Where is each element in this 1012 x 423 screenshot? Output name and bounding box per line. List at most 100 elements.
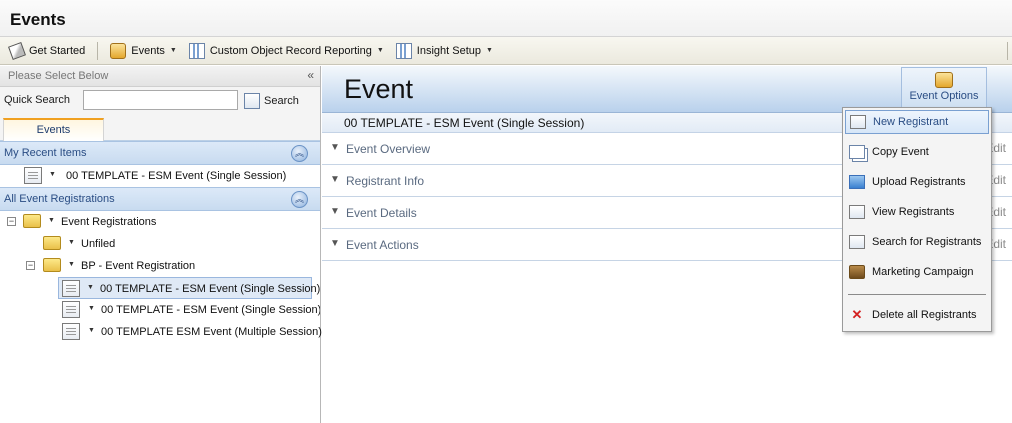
tree-bp-folder-label: BP - Event Registration <box>81 260 196 272</box>
insight-setup-button[interactable]: Insight Setup ▼ <box>390 40 499 62</box>
tree-item-label: 00 TEMPLATE - ESM Event (Single Session) <box>100 283 321 295</box>
left-tabs: Events <box>0 115 320 141</box>
menu-item-marketing-campaign[interactable]: Marketing Campaign <box>845 260 989 284</box>
menu-item-label: New Registrant <box>873 116 949 128</box>
chevron-down-icon[interactable]: ▼ <box>88 327 95 334</box>
chevron-down-icon[interactable]: ▼ <box>88 305 95 312</box>
insight-icon <box>395 42 412 59</box>
tree-item[interactable]: ▼ 00 TEMPLATE ESM Event (Multiple Sessio… <box>0 321 322 343</box>
events-menu-button[interactable]: Events ▼ <box>104 40 183 62</box>
tree-unfiled[interactable]: ▼ Unfiled <box>0 233 320 255</box>
section-label: Event Overview <box>346 142 431 156</box>
tree-item-selected[interactable]: ▼ 00 TEMPLATE - ESM Event (Single Sessio… <box>58 277 320 299</box>
page-title: Events <box>10 10 66 29</box>
section-label: Event Actions <box>346 238 419 252</box>
events-icon <box>110 42 127 59</box>
document-icon <box>62 301 80 318</box>
document-icon <box>62 323 80 340</box>
recent-item[interactable]: ▼ 00 TEMPLATE - ESM Event (Single Sessio… <box>0 165 320 187</box>
menu-item-label: Copy Event <box>872 146 929 158</box>
chevron-down-icon[interactable]: ▼ <box>330 174 340 185</box>
search-button-label: Search <box>264 95 299 107</box>
section-label: Event Details <box>346 206 417 220</box>
tree-unfiled-label: Unfiled <box>81 238 116 250</box>
tree-item-label: 00 TEMPLATE ESM Event (Multiple Session) <box>101 326 322 338</box>
menu-item-upload-registrants[interactable]: Upload Registrants <box>845 170 989 194</box>
collapse-tree-icon[interactable]: − <box>7 217 16 226</box>
tree-root[interactable]: − ▼ Event Registrations <box>0 211 320 233</box>
collapse-panel-icon[interactable]: « <box>307 68 314 82</box>
tree-root-label: Event Registrations <box>61 216 157 228</box>
open-folder-icon <box>43 258 61 272</box>
quick-search-input[interactable] <box>83 90 238 110</box>
tree-item[interactable]: ▼ 00 TEMPLATE - ESM Event (Single Sessio… <box>0 299 320 321</box>
chevron-down-icon: ▼ <box>169 47 177 54</box>
menu-item-copy-event[interactable]: Copy Event <box>845 140 989 164</box>
search-icon <box>244 93 260 109</box>
get-started-button[interactable]: Get Started <box>4 40 91 62</box>
folder-icon <box>23 214 41 228</box>
menu-item-search-registrants[interactable]: Search for Registrants <box>845 230 989 254</box>
copy-icon <box>849 145 865 159</box>
menu-divider <box>848 294 986 295</box>
chevron-down-icon[interactable]: ▼ <box>68 239 75 246</box>
chevron-down-icon[interactable]: ▼ <box>87 284 94 291</box>
left-panel: Please Select Below « Quick Search Searc… <box>0 66 322 423</box>
quick-search: Quick Search Search <box>0 87 320 115</box>
tree-item-label: 00 TEMPLATE - ESM Event (Single Session)… <box>101 304 320 316</box>
search-button[interactable]: Search <box>244 91 299 111</box>
menu-item-label: Marketing Campaign <box>872 266 974 278</box>
collapse-up-icon[interactable]: ︽ <box>291 145 308 162</box>
delete-icon: ✕ <box>851 307 863 322</box>
chevron-down-icon[interactable]: ▼ <box>330 238 340 249</box>
chevron-down-icon[interactable]: ▼ <box>68 261 75 268</box>
menu-item-label: View Registrants <box>872 206 955 218</box>
chevron-down-icon[interactable]: ▼ <box>330 142 340 153</box>
view-registrants-icon <box>849 205 865 219</box>
folder-icon <box>43 236 61 250</box>
search-registrants-icon <box>849 235 865 249</box>
all-registrations-header[interactable]: All Event Registrations ︽ <box>0 187 320 211</box>
event-options-button[interactable]: Event Options <box>901 67 987 110</box>
document-icon <box>62 280 80 297</box>
title-bar: Events <box>0 0 1012 37</box>
menu-item-view-registrants[interactable]: View Registrants <box>845 200 989 224</box>
chevron-down-icon[interactable]: ▼ <box>49 171 56 178</box>
main-title: Event <box>344 74 414 104</box>
tab-events[interactable]: Events <box>3 118 104 141</box>
toolbar: Get Started Events ▼ Custom Object Recor… <box>0 37 1012 65</box>
insight-setup-label: Insight Setup <box>416 44 482 57</box>
collapse-up-icon[interactable]: ︽ <box>291 191 308 208</box>
toolbar-divider <box>97 41 99 60</box>
menu-item-delete-all[interactable]: ✕ Delete all Registrants <box>845 303 989 327</box>
wand-icon <box>8 41 26 60</box>
upload-icon <box>849 175 865 189</box>
menu-item-label: Delete all Registrants <box>872 309 977 321</box>
left-panel-header: Please Select Below « <box>0 66 320 87</box>
menu-item-new-registrant[interactable]: New Registrant <box>845 110 989 134</box>
briefcase-icon <box>849 265 865 279</box>
left-panel-header-label: Please Select Below <box>8 70 109 82</box>
custom-object-reporting-button[interactable]: Custom Object Record Reporting ▼ <box>183 40 390 62</box>
recent-item-label: 00 TEMPLATE - ESM Event (Single Session) <box>66 170 287 182</box>
collapse-tree-icon[interactable]: − <box>26 261 35 270</box>
all-registrations-label: All Event Registrations <box>4 193 115 205</box>
section-label: Registrant Info <box>346 174 425 188</box>
menu-item-label: Search for Registrants <box>872 236 982 248</box>
toolbar-divider <box>1007 42 1008 60</box>
chevron-down-icon[interactable]: ▼ <box>48 217 55 224</box>
report-icon <box>188 42 205 59</box>
recent-items-header[interactable]: My Recent Items ︽ <box>0 141 320 165</box>
tree-bp-folder[interactable]: − ▼ BP - Event Registration <box>0 255 320 277</box>
events-menu-label: Events <box>131 44 165 57</box>
get-started-label: Get Started <box>29 44 86 57</box>
event-options-icon <box>935 72 953 88</box>
quick-search-label: Quick Search <box>4 94 71 106</box>
main-header: Event Event Options <box>322 66 1012 113</box>
chevron-down-icon: ▼ <box>486 47 493 54</box>
chevron-down-icon: ▼ <box>376 47 384 54</box>
chevron-down-icon[interactable]: ▼ <box>330 206 340 217</box>
recent-items-label: My Recent Items <box>4 147 87 159</box>
event-options-menu: New Registrant Copy Event Upload Registr… <box>842 107 992 332</box>
custom-object-reporting-label: Custom Object Record Reporting <box>209 44 372 57</box>
